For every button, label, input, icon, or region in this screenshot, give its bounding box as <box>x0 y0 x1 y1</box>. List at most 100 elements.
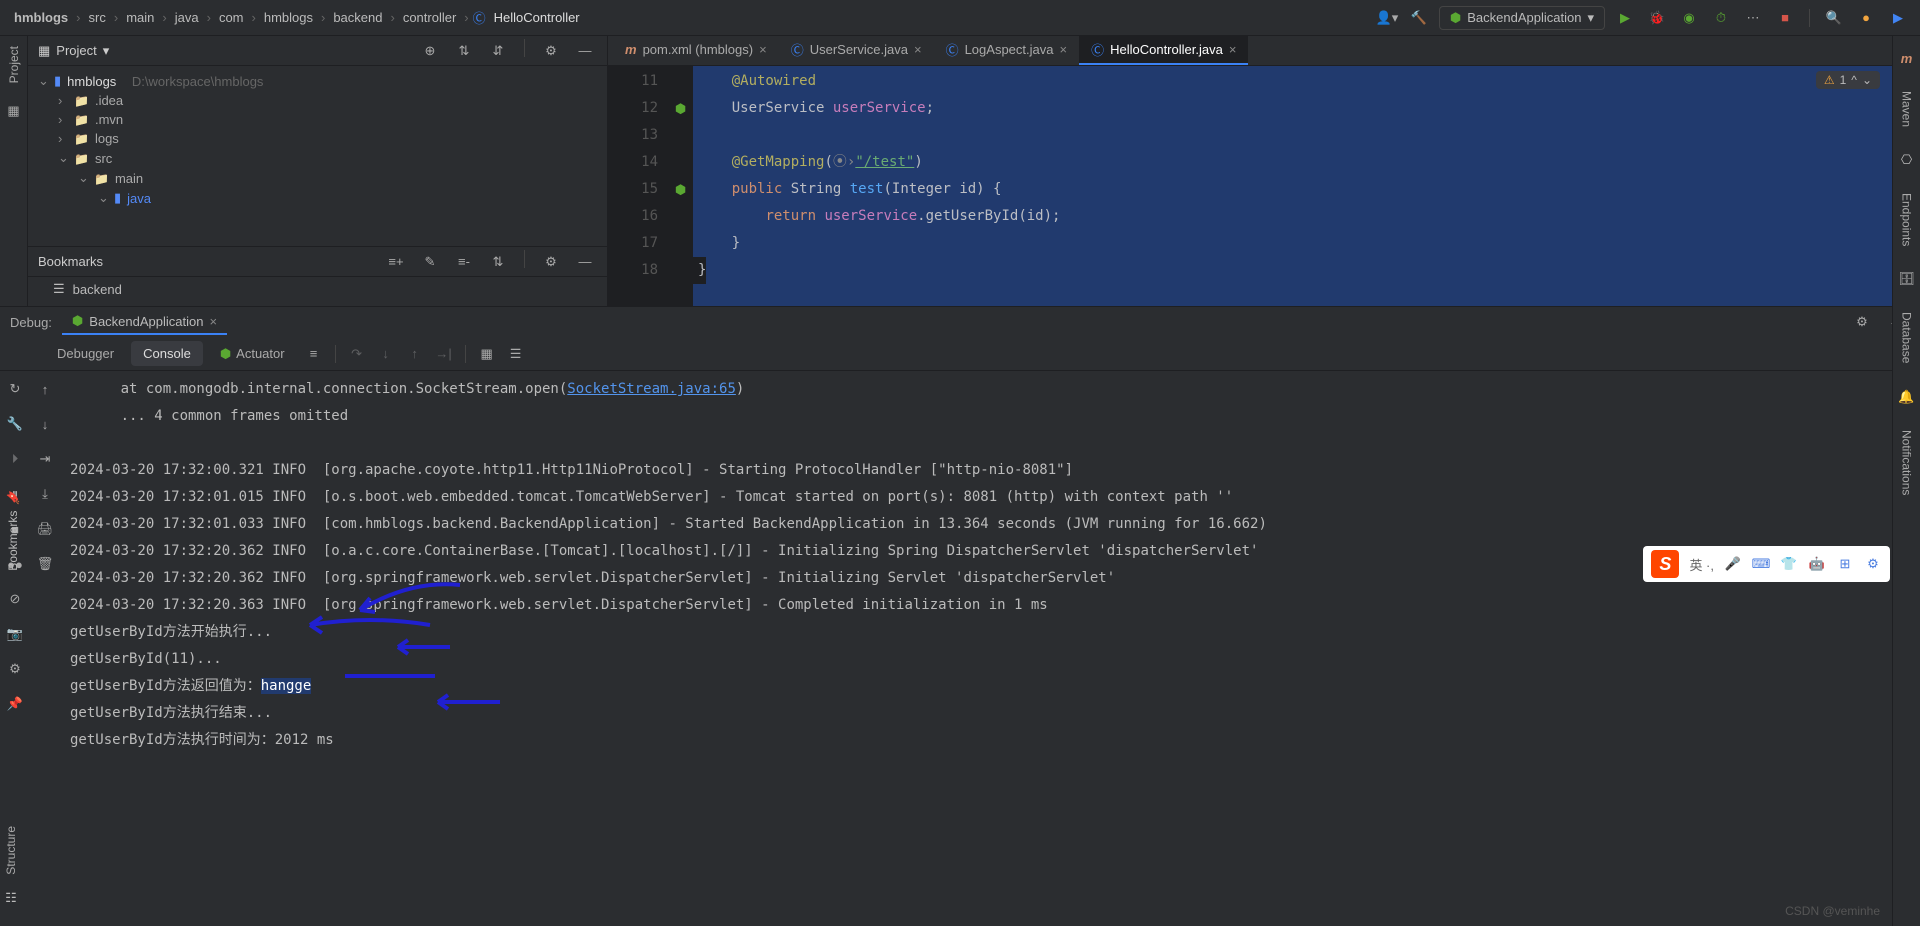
notifications-icon[interactable]: 🔔 <box>1898 389 1914 405</box>
edit-icon[interactable]: ✎ <box>418 250 442 274</box>
run-icon[interactable]: ▶ <box>1613 6 1637 30</box>
console-output[interactable]: at com.mongodb.internal.connection.Socke… <box>60 371 1920 926</box>
tree-folder-idea[interactable]: .idea <box>38 91 597 110</box>
minimize-icon[interactable]: — <box>573 250 597 274</box>
close-icon[interactable]: × <box>759 42 767 57</box>
code-editor[interactable]: 11121314 15161718 ⬢ ⬢ @Autowired UserSer… <box>608 66 1920 306</box>
breadcrumb-item[interactable]: src <box>85 8 110 27</box>
stop-icon[interactable]: ■ <box>1773 6 1797 30</box>
chevron-down-icon[interactable]: ▾ <box>103 43 110 59</box>
mute-breakpoints-icon[interactable]: ⊘ <box>5 589 25 609</box>
chevron-down-icon[interactable]: ⌄ <box>1862 73 1872 87</box>
tree-folder-mvn[interactable]: .mvn <box>38 110 597 129</box>
close-icon[interactable]: × <box>914 42 922 57</box>
bookmark-item[interactable]: ☰ backend <box>28 277 607 301</box>
debug-session-tab[interactable]: ⬢ BackendApplication × <box>62 309 227 335</box>
gear-icon[interactable]: ⚙ <box>539 39 563 63</box>
ime-lang-label[interactable]: 英 ·, <box>1689 555 1714 574</box>
tree-folder-main[interactable]: main <box>38 168 597 188</box>
soft-wrap-icon[interactable]: ⇥ <box>35 449 55 469</box>
gear-icon[interactable]: ⚙ <box>1864 555 1882 573</box>
close-icon[interactable]: × <box>209 314 217 329</box>
evaluate-icon[interactable]: ▦ <box>475 342 499 366</box>
tab-hellocontroller[interactable]: ⒸHelloController.java× <box>1079 36 1248 65</box>
close-icon[interactable]: × <box>1229 42 1237 57</box>
breadcrumb-item[interactable]: com <box>215 8 248 27</box>
project-tool-icon[interactable]: ▦ <box>7 103 19 119</box>
database-icon[interactable]: 🗄 <box>1898 271 1915 287</box>
step-out-icon[interactable]: ↑ <box>403 342 427 366</box>
profile-icon[interactable]: ⏱ <box>1709 6 1733 30</box>
rerun-icon[interactable]: ↻ <box>5 379 25 399</box>
maven-icon[interactable]: m <box>1901 51 1913 66</box>
gear-icon[interactable]: ⚙ <box>539 250 563 274</box>
structure-tool-button[interactable]: Structure ☷ <box>0 816 22 916</box>
add-icon[interactable]: ≡+ <box>384 250 408 274</box>
maven-tool-button[interactable]: Maven <box>1900 91 1914 127</box>
ime-toolbar[interactable]: S 英 ·, 🎤 ⌨ 👕 🤖 ⊞ ⚙ <box>1643 546 1890 582</box>
spring-bean-icon[interactable]: ⬢ <box>668 95 693 122</box>
keyboard-icon[interactable]: ⌨ <box>1752 555 1770 573</box>
close-icon[interactable]: × <box>1059 42 1067 57</box>
breadcrumb-root[interactable]: hmblogs <box>10 8 72 27</box>
breadcrumb-item[interactable]: backend <box>329 8 386 27</box>
bookmarks-tool-button[interactable]: Bookmarks🔖 <box>0 480 26 581</box>
tab-userservice[interactable]: ⒸUserService.java× <box>779 36 934 65</box>
expand-all-icon[interactable]: ⇅ <box>452 39 476 63</box>
tree-folder-src[interactable]: src <box>38 148 597 168</box>
ide-update-icon[interactable]: ● <box>1854 6 1878 30</box>
database-tool-button[interactable]: Database <box>1900 312 1914 363</box>
run-configuration-selector[interactable]: ⬢ BackendApplication ▾ <box>1439 6 1605 30</box>
search-icon[interactable]: 🔍 <box>1822 6 1846 30</box>
console-tab[interactable]: Console <box>131 341 203 366</box>
play-store-icon[interactable]: ▶ <box>1886 6 1910 30</box>
print-icon[interactable]: 🖨 <box>35 519 55 539</box>
coverage-icon[interactable]: ◉ <box>1677 6 1701 30</box>
attach-icon[interactable]: ⋯ <box>1741 6 1765 30</box>
code-content[interactable]: @Autowired UserService userService; @Get… <box>693 66 1920 306</box>
tab-logaspect[interactable]: ⒸLogAspect.java× <box>934 36 1080 65</box>
hammer-build-icon[interactable]: 🔨 <box>1407 6 1431 30</box>
debugger-tab[interactable]: Debugger <box>45 341 126 366</box>
endpoints-tool-button[interactable]: Endpoints <box>1900 193 1914 246</box>
chevron-up-icon[interactable]: ^ <box>1851 73 1857 87</box>
pin-icon[interactable]: 📌 <box>5 694 25 714</box>
minimize-icon[interactable]: — <box>573 39 597 63</box>
trace-icon[interactable]: ☰ <box>504 342 528 366</box>
tree-folder-java[interactable]: ▮java <box>38 188 597 208</box>
breadcrumb-item[interactable]: controller <box>399 8 460 27</box>
endpoints-icon[interactable]: ⎔ <box>1901 152 1912 168</box>
select-opened-icon[interactable]: ⊕ <box>418 39 442 63</box>
step-over-icon[interactable]: ↷ <box>345 342 369 366</box>
clear-icon[interactable]: 🗑 <box>35 554 55 574</box>
resume-icon[interactable]: ⏵ <box>5 449 25 469</box>
threads-icon[interactable]: ≡ <box>302 342 326 366</box>
delete-icon[interactable]: ≡- <box>452 250 476 274</box>
down-icon[interactable]: ↓ <box>35 414 55 434</box>
shirt-icon[interactable]: 👕 <box>1780 555 1798 573</box>
notifications-tool-button[interactable]: Notifications <box>1900 430 1914 495</box>
grid-icon[interactable]: ⊞ <box>1836 555 1854 573</box>
robot-icon[interactable]: 🤖 <box>1808 555 1826 573</box>
collapse-all-icon[interactable]: ⇵ <box>486 39 510 63</box>
breadcrumb-item[interactable]: main <box>122 8 158 27</box>
settings-icon[interactable]: ⚙ <box>5 659 25 679</box>
tree-root[interactable]: ▮hmblogs D:\workspace\hmblogs <box>38 71 597 91</box>
tab-pom[interactable]: mpom.xml (hmblogs)× <box>613 36 779 65</box>
gear-icon[interactable]: ⚙ <box>1850 310 1874 334</box>
scroll-end-icon[interactable]: ⤓ <box>35 484 55 504</box>
actuator-tab[interactable]: ⬢Actuator <box>208 341 297 367</box>
sort-icon[interactable]: ⇅ <box>486 250 510 274</box>
project-tree[interactable]: ▮hmblogs D:\workspace\hmblogs .idea .mvn… <box>28 66 607 246</box>
spring-bean-icon[interactable]: ⬢ <box>668 176 693 203</box>
source-link[interactable]: SocketStream.java:65 <box>567 381 736 397</box>
debug-icon[interactable]: 🐞 <box>1645 6 1669 30</box>
run-to-cursor-icon[interactable]: →| <box>432 342 456 366</box>
camera-icon[interactable]: 📷 <box>5 624 25 644</box>
mic-icon[interactable]: 🎤 <box>1724 555 1742 573</box>
breadcrumb-item[interactable]: java <box>171 8 203 27</box>
user-icon[interactable]: 👤▾ <box>1375 6 1399 30</box>
inspection-widget[interactable]: ⚠ 1 ^ ⌄ <box>1816 71 1880 89</box>
breadcrumb-item[interactable]: hmblogs <box>260 8 317 27</box>
project-tool-button[interactable]: Project <box>7 46 21 83</box>
